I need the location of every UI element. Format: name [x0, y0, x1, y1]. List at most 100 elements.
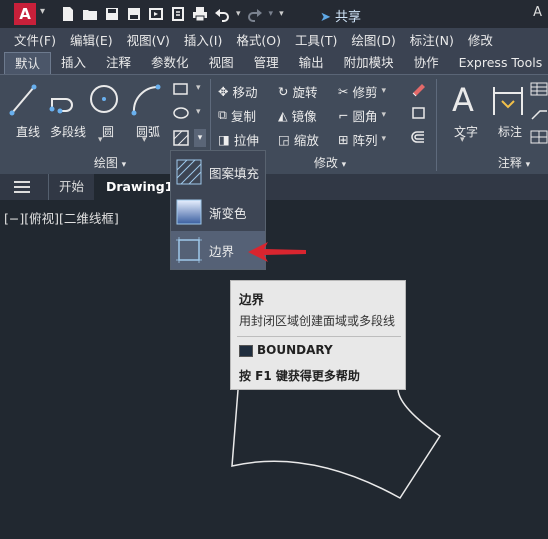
- menu-item-hatch[interactable]: 图案填充: [171, 153, 265, 191]
- tab-default[interactable]: 默认: [4, 52, 52, 74]
- open-folder-icon[interactable]: [82, 6, 98, 22]
- text-chevron-icon[interactable]: ▾: [460, 135, 465, 145]
- undo-chevron-icon[interactable]: ▾: [236, 9, 241, 19]
- tab-manage[interactable]: 管理: [244, 52, 289, 74]
- menu-file[interactable]: 文件(F): [0, 30, 56, 49]
- redo-icon[interactable]: [247, 6, 263, 22]
- menu-hamburger-icon[interactable]: [14, 181, 30, 193]
- rotate-tool[interactable]: ↻ 旋转: [278, 81, 318, 101]
- leader-icon[interactable]: [530, 105, 548, 121]
- command-line-icon: [239, 345, 253, 357]
- menu-modify[interactable]: 修改: [454, 30, 493, 49]
- text-tool[interactable]: A 文字: [446, 79, 482, 139]
- offset-icon[interactable]: [410, 129, 428, 145]
- array-label: 阵列: [352, 132, 378, 148]
- tooltip-divider: [237, 336, 401, 337]
- arc-chevron-icon[interactable]: ▾: [142, 135, 147, 145]
- fillet-tool[interactable]: ⌐ 圆角 ▾: [338, 105, 386, 125]
- app-menu-chevron-icon[interactable]: ▾: [40, 6, 45, 17]
- stretch-tool[interactable]: ◨ 拉伸: [218, 129, 259, 149]
- rectangle-chevron-icon[interactable]: ▾: [196, 83, 201, 93]
- array-tool[interactable]: ⊞ 阵列 ▾: [338, 129, 386, 149]
- tab-express-tools[interactable]: Express Tools: [449, 52, 548, 74]
- rectangle-icon[interactable]: [172, 81, 190, 97]
- doc-tab-start[interactable]: 开始: [48, 174, 94, 200]
- tab-addins[interactable]: 附加模块: [334, 52, 404, 74]
- scale-tool[interactable]: ◲ 缩放: [278, 129, 319, 149]
- arc-tool-label: 圆弧: [135, 125, 160, 139]
- annotate-panel-footer[interactable]: 注释 ▾: [484, 153, 544, 173]
- circle-tool[interactable]: 圆: [88, 79, 120, 139]
- save-as-icon[interactable]: [126, 6, 142, 22]
- tooltip-help: 按 F1 键获得更多帮助: [239, 369, 360, 383]
- trim-tool[interactable]: ✂ 修剪 ▾: [338, 81, 386, 101]
- menu-bar: 文件(F) 编辑(E) 视图(V) 插入(I) 格式(O) 工具(T) 绘图(D…: [0, 28, 548, 50]
- customize-chevron-icon[interactable]: ▾: [279, 9, 284, 19]
- fillet-icon: ⌐: [338, 107, 349, 123]
- tab-view[interactable]: 视图: [199, 52, 244, 74]
- redo-chevron-icon[interactable]: ▾: [269, 9, 274, 19]
- menu-tools[interactable]: 工具(T): [281, 30, 337, 49]
- tab-output[interactable]: 输出: [289, 52, 334, 74]
- ellipse-icon[interactable]: [172, 105, 190, 121]
- save-icon[interactable]: [104, 6, 120, 22]
- modify-panel-footer[interactable]: 修改 ▾: [290, 153, 370, 173]
- drawn-boundary-shape[interactable]: [230, 388, 450, 508]
- ribbon-panel: 直线 多段线 圆 ▾ 圆弧 ▾ ▾ ▾ ▾ ✥ 移动 ↻ 旋转 ✂ 修剪 ▾ ⧉ 复制 ◭…: [0, 74, 548, 174]
- undo-icon[interactable]: [214, 6, 230, 22]
- share-label: 共享: [335, 10, 362, 25]
- move-tool[interactable]: ✥ 移动: [218, 81, 258, 101]
- application-menu-button[interactable]: A: [14, 3, 36, 25]
- line-tool[interactable]: 直线: [8, 79, 40, 139]
- table-icon[interactable]: [530, 81, 548, 97]
- polyline-tool[interactable]: 多段线: [48, 79, 86, 139]
- tab-collaborate[interactable]: 协作: [404, 52, 449, 74]
- scale-label: 缩放: [293, 132, 319, 148]
- explode-icon[interactable]: [410, 105, 428, 121]
- menu-view[interactable]: 视图(V): [113, 30, 170, 49]
- svg-text:A: A: [452, 81, 474, 119]
- share-button[interactable]: ➤ 共享: [320, 6, 361, 25]
- menu-dimension[interactable]: 标注(N): [396, 30, 454, 49]
- title-letter: A: [533, 5, 542, 20]
- new-file-icon[interactable]: [60, 6, 76, 22]
- mirror-tool[interactable]: ◭ 镜像: [278, 105, 317, 125]
- hatch-pattern-icon: [176, 159, 202, 185]
- tab-insert[interactable]: 插入: [51, 52, 96, 74]
- dimension-icon: [493, 87, 523, 115]
- save-web-icon[interactable]: [170, 6, 186, 22]
- viewport-controls[interactable]: [−][俯视][二维线框]: [4, 208, 119, 227]
- array-icon: ⊞: [338, 131, 349, 147]
- trim-chevron-icon[interactable]: ▾: [382, 86, 387, 96]
- fillet-label: 圆角: [352, 108, 378, 124]
- menu-item-gradient[interactable]: 渐变色: [171, 193, 265, 231]
- circle-chevron-icon[interactable]: ▾: [98, 135, 103, 145]
- hatch-dropdown-button[interactable]: ▾: [194, 129, 206, 147]
- polyline-icon: [49, 98, 73, 114]
- stretch-icon: ◨: [218, 131, 230, 147]
- menu-item-hatch-label: 图案填充: [209, 165, 260, 181]
- menu-item-boundary-label: 边界: [209, 243, 235, 259]
- arc-tool[interactable]: 圆弧: [128, 79, 164, 139]
- menu-format[interactable]: 格式(O): [222, 30, 281, 49]
- dimension-tool[interactable]: 标注: [490, 79, 526, 139]
- copy-label: 复制: [230, 108, 256, 124]
- menu-draw[interactable]: 绘图(D): [337, 30, 395, 49]
- menu-edit[interactable]: 编辑(E): [56, 30, 113, 49]
- erase-icon[interactable]: [410, 81, 428, 97]
- fillet-chevron-icon[interactable]: ▾: [382, 110, 387, 120]
- print-icon[interactable]: [192, 6, 208, 22]
- line-icon: [9, 84, 37, 116]
- tab-annotate[interactable]: 注释: [96, 52, 141, 74]
- tab-parametric[interactable]: 参数化: [141, 52, 199, 74]
- modify-panel-label: 修改: [313, 156, 338, 170]
- ellipse-chevron-icon[interactable]: ▾: [196, 107, 201, 117]
- array-chevron-icon[interactable]: ▾: [382, 134, 387, 144]
- tooltip-command: BOUNDARY: [257, 343, 333, 357]
- grid-icon[interactable]: [530, 129, 548, 145]
- hatch-icon[interactable]: [172, 129, 190, 147]
- menu-insert[interactable]: 插入(I): [170, 30, 222, 49]
- copy-tool[interactable]: ⧉ 复制: [218, 105, 256, 125]
- draw-panel-footer[interactable]: 绘图 ▾: [70, 153, 150, 173]
- open-web-icon[interactable]: [148, 6, 164, 22]
